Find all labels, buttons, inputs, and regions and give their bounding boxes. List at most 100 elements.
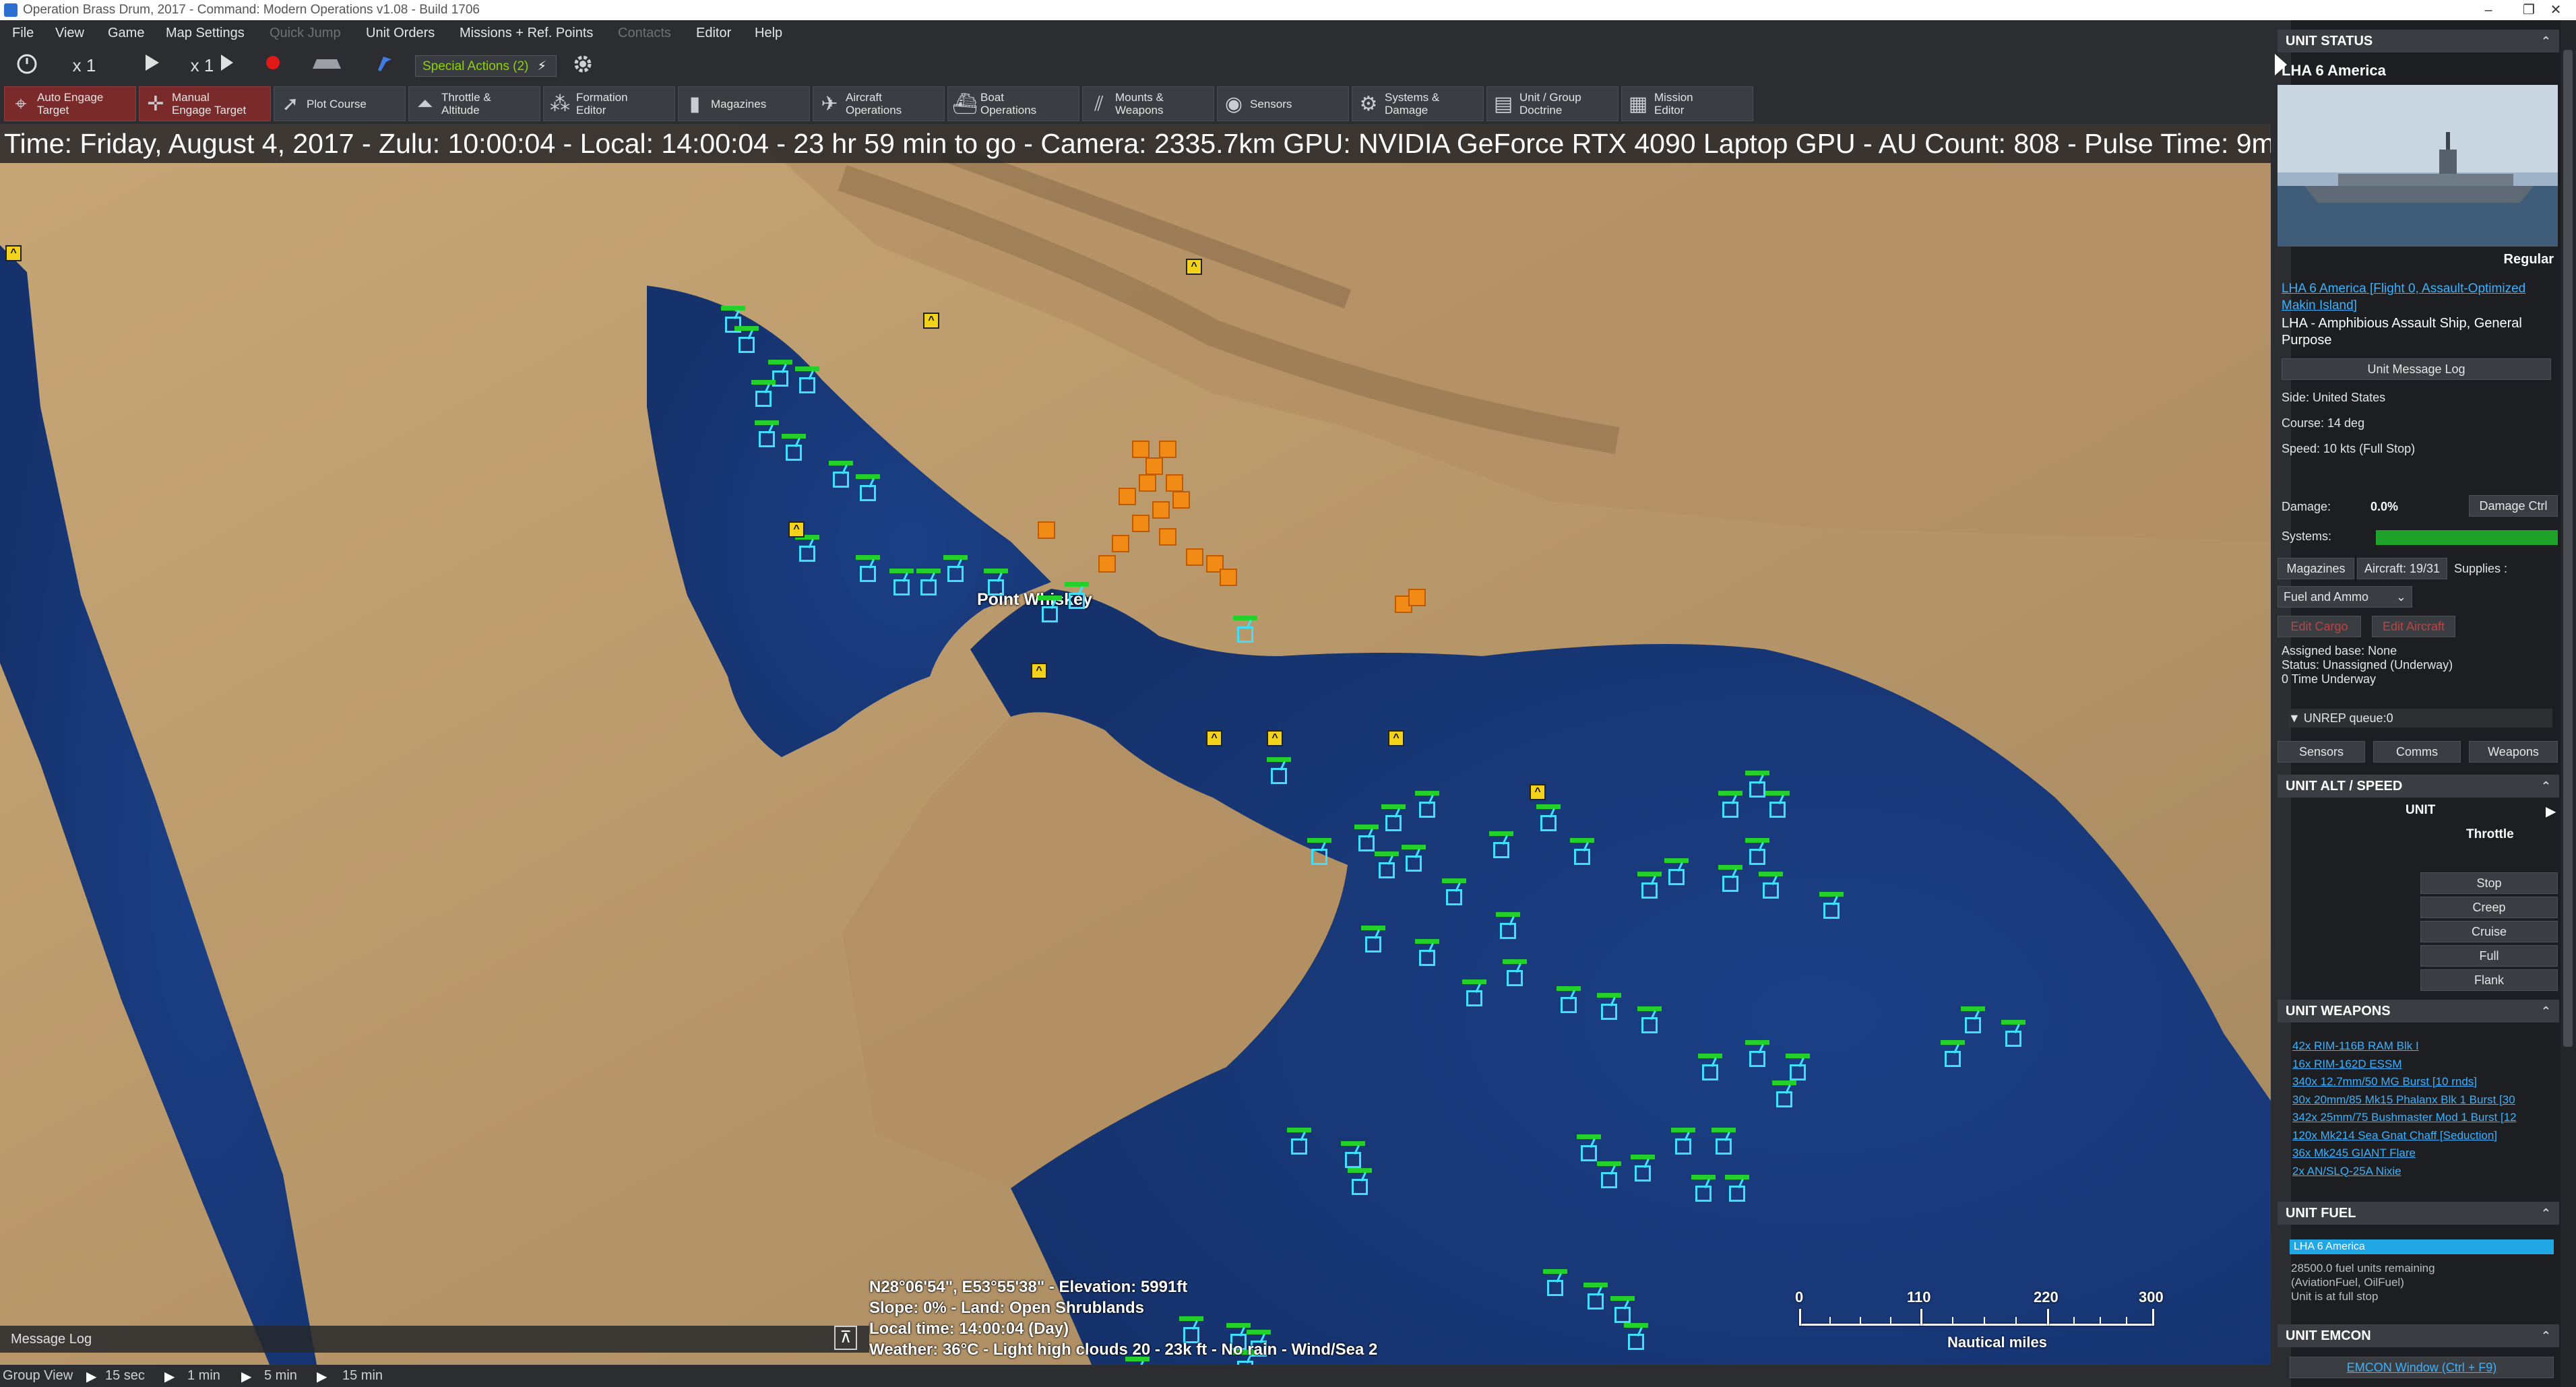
step-15s[interactable]: 15 sec	[105, 1368, 145, 1384]
speed-cruise-button[interactable]: Cruise	[2420, 921, 2558, 942]
collapse-caret-icon[interactable]: ⌃	[2541, 775, 2551, 798]
hostile-unit-icon[interactable]	[1166, 474, 1183, 492]
airbase-icon[interactable]: ^	[1388, 730, 1404, 746]
close-button[interactable]: ✕	[2536, 0, 2576, 20]
hostile-unit-icon[interactable]	[1172, 491, 1190, 509]
menu-contacts[interactable]: Contacts	[618, 26, 671, 41]
airbase-icon[interactable]: ^	[1031, 663, 1047, 679]
hostile-unit-icon[interactable]	[1132, 441, 1150, 458]
record-icon[interactable]	[259, 53, 286, 78]
hostile-unit-icon[interactable]	[1038, 521, 1055, 539]
weapon-item[interactable]: 342x 25mm/75 Bushmaster Mod 1 Burst [12	[2292, 1109, 2556, 1127]
collapse-caret-icon[interactable]: ⌃	[2541, 1000, 2551, 1023]
menu-unit-orders[interactable]: Unit Orders	[366, 26, 435, 41]
hostile-unit-icon[interactable]	[1112, 535, 1129, 552]
systems-damage-button[interactable]: ⚙ Systems & Damage	[1352, 86, 1484, 121]
step-1m-icon[interactable]: ▶	[164, 1368, 175, 1385]
plot-course-button[interactable]: ➚ Plot Course	[274, 86, 406, 121]
airbase-icon[interactable]: ^	[923, 313, 939, 329]
hostile-unit-icon[interactable]	[1145, 457, 1163, 475]
boat-operations-button[interactable]: ⛴ Boat Operations	[947, 86, 1079, 121]
tab-sensors[interactable]: Sensors	[2277, 741, 2365, 763]
hostile-unit-icon[interactable]	[1220, 569, 1237, 586]
flag-icon[interactable]	[371, 53, 398, 78]
unit-emcon-header[interactable]: UNIT EMCON ⌃	[2277, 1324, 2559, 1347]
step-5m-icon[interactable]: ▶	[241, 1368, 251, 1385]
message-log-toggle-icon[interactable]: ⊼	[834, 1326, 857, 1350]
hostile-unit-icon[interactable]	[1408, 589, 1426, 606]
speed-stop-button[interactable]: Stop	[2420, 872, 2558, 894]
step-15m[interactable]: 15 min	[342, 1368, 383, 1384]
hostile-unit-icon[interactable]	[1132, 515, 1150, 532]
step-15s-icon[interactable]: ▶	[86, 1368, 96, 1385]
edit-cargo-button[interactable]: Edit Cargo	[2277, 616, 2361, 637]
magazines-button[interactable]: ▮ Magazines	[678, 86, 810, 121]
emcon-window-button[interactable]: EMCON Window (Ctrl + F9)	[2290, 1357, 2554, 1378]
airbase-icon[interactable]: ^	[1206, 730, 1222, 746]
airbase-icon[interactable]: ^	[1267, 730, 1283, 746]
weapon-item[interactable]: 42x RIM-116B RAM Blk I	[2292, 1037, 2556, 1056]
manual-engage-button[interactable]: ✛ Manual Engage Target	[139, 86, 271, 121]
hostile-unit-icon[interactable]	[1159, 528, 1176, 546]
hostile-unit-icon[interactable]	[1186, 548, 1203, 566]
weapon-item[interactable]: 36x Mk245 GIANT Flare	[2292, 1144, 2556, 1163]
throttle-altitude-button[interactable]: ⏶ Throttle & Altitude	[408, 86, 540, 121]
step-5m[interactable]: 5 min	[264, 1368, 297, 1384]
panel-scrollbar-thumb[interactable]	[2563, 50, 2573, 1047]
hostile-unit-icon[interactable]	[1098, 555, 1116, 573]
hostile-unit-icon[interactable]	[1119, 488, 1136, 505]
sensors-button[interactable]: ◉ Sensors	[1217, 86, 1349, 121]
message-log-bar[interactable]: Message Log	[0, 1326, 869, 1353]
unit-status-header[interactable]: UNIT STATUS ⌃	[2277, 30, 2559, 53]
hostile-unit-icon[interactable]	[1152, 501, 1170, 519]
menu-file[interactable]: File	[12, 26, 34, 41]
mission-editor-button[interactable]: ▦ Mission Editor	[1621, 86, 1753, 121]
step-1m[interactable]: 1 min	[187, 1368, 220, 1384]
formation-editor-button[interactable]: ⁂ Formation Editor	[543, 86, 675, 121]
unit-fuel-header[interactable]: UNIT FUEL ⌃	[2277, 1202, 2559, 1225]
unrep-queue[interactable]: ▼ UNREP queue:0	[2288, 709, 2552, 728]
panel-scrollbar[interactable]	[2561, 20, 2576, 1387]
tab-weapons[interactable]: Weapons	[2469, 741, 2558, 763]
mounts-weapons-button[interactable]: ⫽ Mounts & Weapons	[1082, 86, 1214, 121]
clock-icon[interactable]	[13, 53, 40, 78]
aircraft-button[interactable]: Aircraft: 19/31	[2357, 558, 2447, 579]
menu-map-settings[interactable]: Map Settings	[166, 26, 245, 41]
magazines-button[interactable]: Magazines	[2277, 558, 2354, 579]
speed-flank-button[interactable]: Flank	[2420, 969, 2558, 991]
airbase-icon[interactable]: ^	[5, 245, 22, 261]
hostile-unit-icon[interactable]	[1139, 474, 1156, 492]
aircraft-operations-button[interactable]: ✈ Aircraft Operations	[813, 86, 945, 121]
map-view[interactable]: Point Whiskey ^ ^ ^ ^ ^ ^ ^ ^ ^	[0, 124, 2271, 1365]
weapon-item[interactable]: 120x Mk214 Sea Gnat Chaff [Seduction]	[2292, 1127, 2556, 1145]
unit-message-log-button[interactable]: Unit Message Log	[2282, 358, 2551, 380]
menu-editor[interactable]: Editor	[696, 26, 731, 41]
weapon-item[interactable]: 2x AN/SLQ-25A Nixie	[2292, 1163, 2556, 1181]
unit-group-doctrine-button[interactable]: ▤ Unit / Group Doctrine	[1486, 86, 1619, 121]
group-view-label[interactable]: Group View	[3, 1368, 73, 1384]
speed-full-button[interactable]: Full	[2420, 945, 2558, 967]
collapse-caret-icon[interactable]: ⌃	[2541, 1324, 2551, 1347]
airbase-icon[interactable]: ^	[1530, 784, 1546, 800]
settings-gear-icon[interactable]	[569, 53, 596, 78]
damage-control-button[interactable]: Damage Ctrl	[2469, 495, 2558, 517]
weapon-item[interactable]: 30x 20mm/85 Mk15 Phalanx Blk 1 Burst [30	[2292, 1091, 2556, 1109]
special-actions-button[interactable]: Special Actions (2) ⚡	[415, 55, 557, 77]
unit-class-link[interactable]: LHA 6 America [Flight 0, Assault-Optimiz…	[2282, 280, 2551, 314]
supplies-select[interactable]: Fuel and Ammo ⌄	[2277, 586, 2412, 608]
chevron-right-icon[interactable]: ▶	[2546, 803, 2576, 820]
menu-game[interactable]: Game	[108, 26, 144, 41]
weapon-item[interactable]: 340x 12.7mm/50 MG Burst [10 rnds]	[2292, 1073, 2556, 1091]
ship-view-icon[interactable]	[310, 53, 344, 78]
step-icon[interactable]	[217, 53, 237, 78]
menu-view[interactable]: View	[55, 26, 84, 41]
airbase-icon[interactable]: ^	[1186, 259, 1202, 275]
step-15m-icon[interactable]: ▶	[317, 1368, 327, 1385]
unit-weapons-header[interactable]: UNIT WEAPONS ⌃	[2277, 1000, 2559, 1023]
tab-comms[interactable]: Comms	[2373, 741, 2461, 763]
hostile-unit-icon[interactable]	[1159, 441, 1176, 458]
collapse-caret-icon[interactable]: ⌃	[2541, 30, 2551, 53]
collapse-caret-icon[interactable]: ⌃	[2541, 1202, 2551, 1225]
auto-engage-button[interactable]: ⌖ Auto Engage Target	[4, 86, 136, 121]
weapon-item[interactable]: 16x RIM-162D ESSM	[2292, 1056, 2556, 1074]
